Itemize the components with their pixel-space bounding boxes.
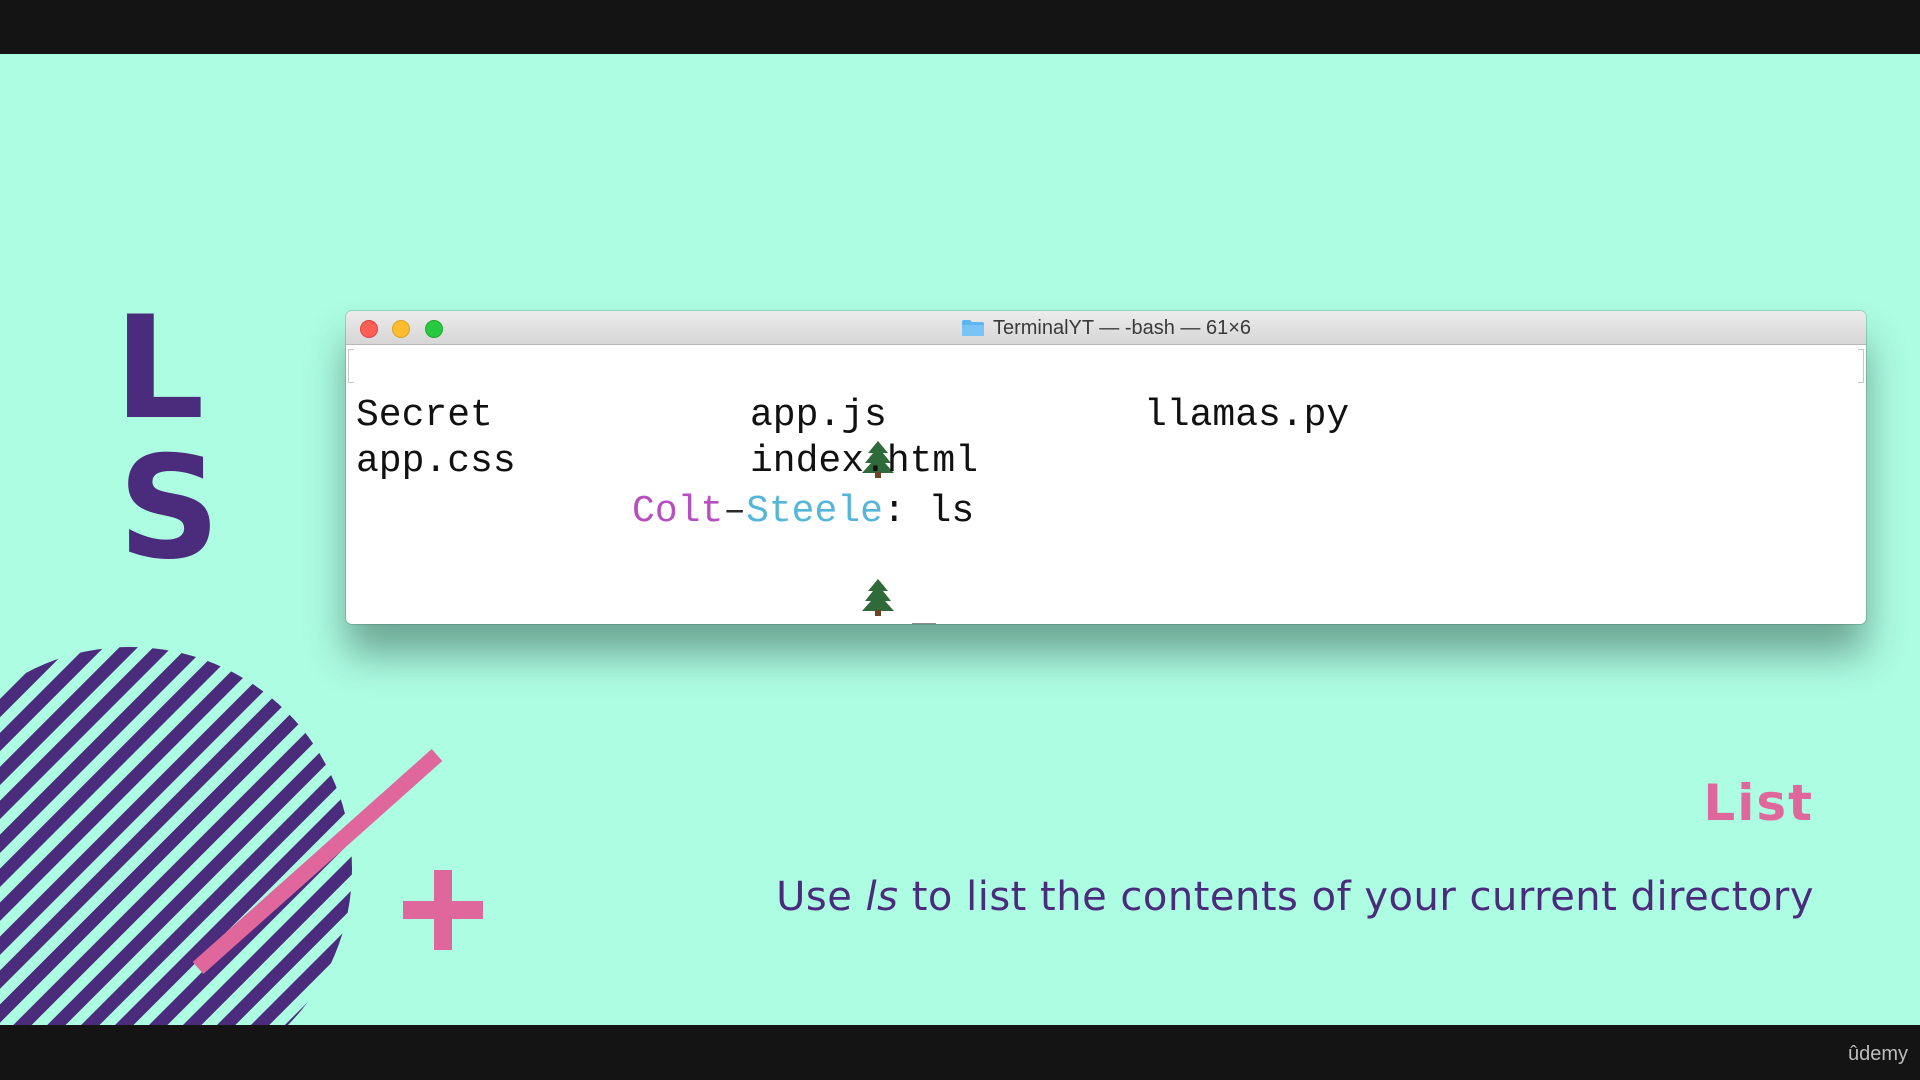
mark-bracket-right [1858, 349, 1864, 383]
terminal-titlebar[interactable]: TerminalYT — -bash — 61×6 [346, 311, 1866, 345]
letterbox-top [0, 0, 1920, 54]
listing-entry: index.html [750, 440, 979, 483]
terminal-title: TerminalYT — -bash — 61×6 [992, 316, 1252, 339]
terminal-output[interactable]: Colt–Steele: ls Secret app.js llamas.py … [356, 345, 1856, 624]
prompt-line[interactable]: Colt–Steele: [356, 485, 936, 624]
folder-icon [961, 319, 985, 337]
mark-bracket-left [348, 349, 354, 383]
text-cursor[interactable] [911, 623, 936, 624]
terminal-window[interactable]: TerminalYT — -bash — 61×6 Colt–Steele: l… [346, 311, 1866, 624]
big-letter-s: S [118, 426, 221, 591]
listing-entry: Secret [356, 394, 493, 437]
prompt-line: Colt–Steele: ls [356, 347, 974, 533]
caption-command: ls [865, 874, 899, 920]
listing-entry: app.js [750, 394, 887, 437]
tree-icon [584, 531, 894, 616]
letterbox-bottom [0, 1025, 1920, 1080]
caption-suffix: to list the contents of your current dir… [898, 874, 1814, 920]
listing-row: app.css index.html [356, 439, 1856, 485]
slide-heading: List [1703, 774, 1814, 832]
striped-circle [0, 647, 352, 1025]
slide: L S List Use ls to list the contents of … [0, 54, 1920, 1025]
listing-entry: llamas.py [1144, 394, 1350, 437]
watermark-logo: ûdemy [1847, 1043, 1908, 1065]
slide-caption: Use ls to list the contents of your curr… [776, 874, 1814, 920]
listing-entry: app.css [356, 440, 516, 483]
caption-prefix: Use [776, 874, 866, 920]
big-letter-l: L [114, 286, 205, 451]
listing-row: Secret app.js llamas.py [356, 393, 1856, 439]
video-frame: L S List Use ls to list the contents of … [0, 0, 1920, 1080]
plus-icon [403, 870, 483, 950]
